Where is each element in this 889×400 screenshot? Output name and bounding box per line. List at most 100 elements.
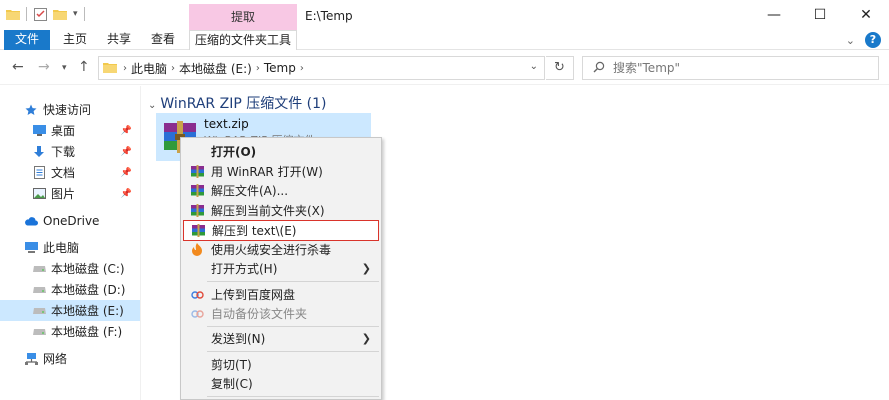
sidebar-item-pictures[interactable]: 图片 📌 [0, 183, 140, 204]
breadcrumb-separator-icon[interactable]: › [123, 63, 127, 74]
picture-icon [32, 188, 46, 200]
winrar-icon [190, 165, 204, 179]
new-folder-icon[interactable] [53, 7, 67, 21]
menu-item-open-with-winrar[interactable]: 用 WinRAR 打开(W) [183, 162, 379, 181]
drive-icon [32, 326, 46, 338]
breadcrumb-separator-icon[interactable]: › [300, 63, 304, 74]
ribbon-right-controls: ⌄ ? [846, 32, 881, 48]
help-icon[interactable]: ? [865, 32, 881, 48]
file-group-header[interactable]: ⌄ WinRAR ZIP 压缩文件 (1) [148, 93, 327, 113]
refresh-button[interactable]: ↻ [546, 56, 574, 80]
sidebar-item-onedrive[interactable]: OneDrive [0, 210, 140, 231]
close-button[interactable]: ✕ [843, 0, 889, 30]
customize-toolbar-chevron-icon[interactable]: ▾ [73, 9, 78, 19]
window-title: E:\Temp [305, 9, 353, 23]
sidebar-item-drive-c[interactable]: 本地磁盘 (C:) [0, 258, 140, 279]
tab-share[interactable]: 共享 [100, 30, 138, 50]
pin-icon[interactable]: 📌 [121, 147, 132, 157]
back-arrow-icon[interactable]: ← [12, 59, 24, 75]
download-icon [32, 145, 46, 158]
menu-item-send-to[interactable]: 发送到(N) ❯ [183, 329, 379, 348]
menu-item-label: 发送到(N) [211, 332, 266, 346]
winrar-icon [190, 204, 204, 218]
breadcrumb-separator-icon[interactable]: › [171, 63, 175, 74]
collapse-chevron-icon[interactable]: ⌄ [148, 100, 156, 111]
context-menu: 打开(O) 用 WinRAR 打开(W) 解压文件(A)... 解压到当前文件夹… [180, 137, 382, 400]
pin-icon[interactable]: 📌 [121, 126, 132, 136]
drive-icon [32, 284, 46, 296]
drive-icon [32, 263, 46, 275]
menu-item-cut[interactable]: 剪切(T) [183, 355, 379, 374]
forward-arrow-icon[interactable]: → [38, 59, 50, 75]
menu-item-label: 打开(O) [211, 145, 257, 159]
sidebar-item-label: 本地磁盘 (E:) [51, 304, 124, 318]
huorong-icon [190, 243, 204, 257]
search-input[interactable] [613, 61, 853, 75]
breadcrumb-temp[interactable]: Temp [264, 61, 296, 75]
menu-item-label: 打开方式(H) [211, 262, 278, 276]
breadcrumb-separator-icon[interactable]: › [256, 63, 260, 74]
group-header-label: WinRAR ZIP 压缩文件 (1) [160, 96, 327, 112]
cloud-icon [24, 215, 38, 227]
properties-icon[interactable] [33, 7, 47, 21]
menu-item-extract-files[interactable]: 解压文件(A)... [183, 181, 379, 200]
menu-item-upload-baidu[interactable]: 上传到百度网盘 [183, 285, 379, 304]
ribbon-tabs: 文件 主页 共享 查看 压缩的文件夹工具 ⌄ ? [0, 30, 889, 50]
breadcrumb-this-pc[interactable]: 此电脑 [131, 60, 167, 77]
network-icon [24, 352, 38, 365]
pin-icon[interactable]: 📌 [121, 189, 132, 199]
menu-item-open[interactable]: 打开(O) [183, 142, 379, 161]
menu-item-copy[interactable]: 复制(C) [183, 374, 379, 393]
pane-divider[interactable] [140, 86, 141, 400]
sidebar-item-desktop[interactable]: 桌面 📌 [0, 120, 140, 141]
address-history-chevron-icon[interactable]: ⌄ [530, 61, 538, 72]
tab-view[interactable]: 查看 [143, 30, 183, 50]
address-bar[interactable]: › 此电脑 › 本地磁盘 (E:) › Temp › ⌄ [98, 56, 545, 80]
title-bar: ▾ 提取 E:\Temp — ☐ ✕ [0, 0, 889, 30]
tab-file[interactable]: 文件 [4, 30, 50, 50]
maximize-button[interactable]: ☐ [797, 0, 843, 30]
file-name: text.zip [204, 117, 249, 131]
sidebar-item-drive-d[interactable]: 本地磁盘 (D:) [0, 279, 140, 300]
recent-locations-chevron-icon[interactable]: ▾ [62, 63, 67, 73]
search-icon [593, 61, 605, 76]
sidebar-item-label: 下载 [51, 145, 76, 159]
sidebar-item-drive-e[interactable]: 本地磁盘 (E:) [0, 300, 140, 321]
sidebar-item-label: 本地磁盘 (F:) [51, 325, 123, 339]
sidebar-item-documents[interactable]: 文档 📌 [0, 162, 140, 183]
sidebar-item-label: 此电脑 [43, 241, 80, 255]
computer-icon [24, 242, 38, 254]
menu-item-huorong-scan[interactable]: 使用火绒安全进行杀毒 [183, 240, 379, 259]
menu-separator [207, 351, 379, 352]
menu-separator [207, 396, 379, 397]
menu-item-label: 解压文件(A)... [211, 184, 289, 198]
tab-home[interactable]: 主页 [55, 30, 95, 50]
toolbar-separator [26, 7, 27, 21]
window-controls: — ☐ ✕ [751, 0, 889, 30]
search-box[interactable] [582, 56, 879, 80]
sidebar-item-drive-f[interactable]: 本地磁盘 (F:) [0, 321, 140, 342]
menu-item-extract-to-text[interactable]: 解压到 text\(E) [183, 220, 379, 241]
sidebar-item-label: 网络 [43, 352, 68, 366]
tab-compressed-folder-tools[interactable]: 压缩的文件夹工具 [189, 30, 297, 50]
minimize-button[interactable]: — [751, 0, 797, 30]
menu-item-label: 复制(C) [211, 377, 253, 391]
menu-item-label: 使用火绒安全进行杀毒 [211, 243, 332, 257]
menu-item-extract-here[interactable]: 解压到当前文件夹(X) [183, 201, 379, 220]
folder-icon[interactable] [6, 7, 20, 21]
extract-tab-group-label: 提取 [189, 4, 297, 30]
menu-item-auto-backup[interactable]: 自动备份该文件夹 [183, 304, 379, 323]
up-arrow-icon[interactable]: ↑ [78, 59, 90, 75]
pin-icon[interactable]: 📌 [121, 168, 132, 178]
sidebar-item-quick-access[interactable]: 快速访问 [0, 99, 140, 120]
menu-item-label: 上传到百度网盘 [211, 288, 296, 302]
menu-item-open-with[interactable]: 打开方式(H) ❯ [183, 259, 379, 278]
menu-separator [207, 281, 379, 282]
sidebar-item-this-pc[interactable]: 此电脑 [0, 237, 140, 258]
sidebar-item-downloads[interactable]: 下载 📌 [0, 141, 140, 162]
expand-ribbon-chevron-icon[interactable]: ⌄ [846, 34, 855, 47]
sidebar-item-network[interactable]: 网络 [0, 348, 140, 369]
breadcrumb-drive-e[interactable]: 本地磁盘 (E:) [179, 60, 252, 77]
star-icon [24, 104, 38, 116]
menu-item-label: 解压到 text\(E) [212, 224, 297, 238]
